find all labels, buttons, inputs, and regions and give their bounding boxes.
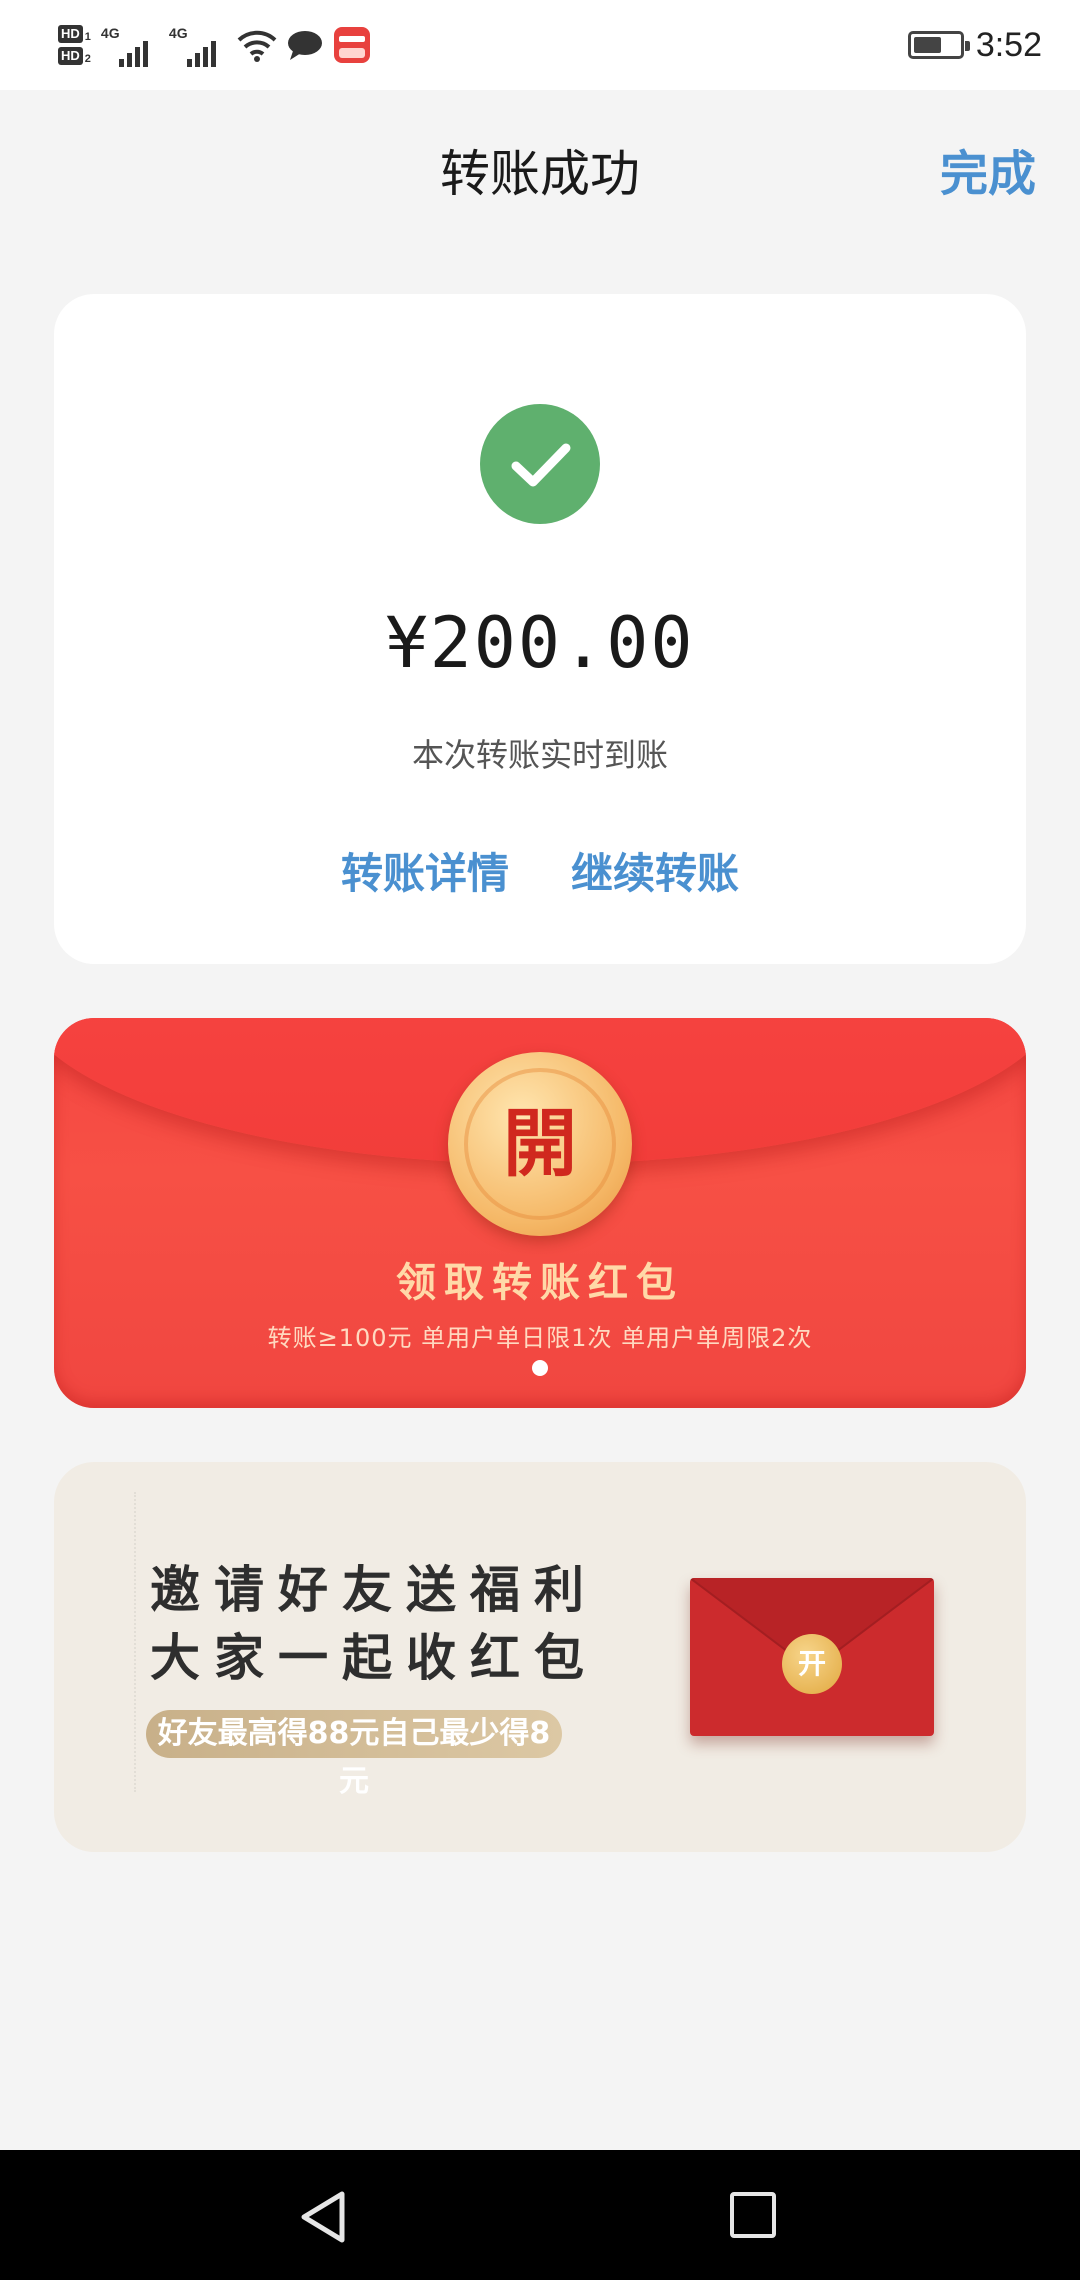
sim2-hd-label: HD — [58, 47, 83, 65]
page-title: 转账成功 — [440, 145, 640, 203]
result-actions: 转账详情 继续转账 — [54, 840, 1026, 901]
check-icon — [480, 404, 600, 524]
status-left-group: HD 1 HD 2 4G 4G — [58, 14, 371, 76]
invite-friends-banner[interactable]: 邀请好友送福利 大家一起收红包 好友最高得88元自己最少得8元 开 — [54, 1462, 1026, 1852]
invite-reward-badge: 好友最高得88元自己最少得8元 — [146, 1710, 562, 1799]
claim-rule-text: 转账≥100元 单用户单日限1次 单用户单周限2次 — [267, 1324, 813, 1352]
back-triangle-icon[interactable] — [296, 2188, 350, 2246]
invite-subheadline: 大家一起收红包 — [150, 1629, 598, 1687]
arrival-note: 本次转账实时到账 — [411, 736, 668, 774]
sim1-hd-label: HD — [58, 25, 83, 43]
network1-label: 4G — [100, 25, 120, 41]
invite-headline: 邀请好友送福利 — [150, 1561, 598, 1619]
page-header: 转账成功 完成 — [0, 90, 1080, 250]
red-packet-banner[interactable]: 開 领取转账红包 转账≥100元 单用户单日限1次 单用户单周限2次 — [54, 1018, 1026, 1408]
status-time: 3:52 — [975, 25, 1042, 64]
status-bar: HD 1 HD 2 4G 4G 3:52 — [0, 0, 1080, 90]
battery-icon — [907, 31, 970, 59]
app-notification-icon — [333, 27, 370, 63]
system-nav-bar — [0, 2150, 1080, 2280]
open-coin-label: 開 — [503, 1101, 577, 1187]
transfer-result-card: ¥200.00 本次转账实时到账 转账详情 继续转账 — [54, 294, 1026, 964]
signal-icon: 4G — [101, 23, 159, 67]
signal-icon-2: 4G — [169, 23, 227, 67]
battery-fill — [913, 37, 942, 53]
transfer-details-link[interactable]: 转账详情 — [341, 840, 509, 901]
network2-label: 4G — [168, 25, 188, 41]
sim1-indicator: HD 1 — [58, 25, 91, 43]
open-coin-button[interactable]: 開 — [448, 1052, 632, 1236]
continue-transfer-link[interactable]: 继续转账 — [571, 840, 739, 901]
wifi-icon — [237, 30, 277, 62]
recents-square-icon[interactable] — [730, 2192, 776, 2238]
envelope-seal: 开 — [782, 1634, 842, 1694]
sim-indicators: HD 1 HD 2 — [58, 25, 91, 65]
sim2-indicator: HD 2 — [58, 47, 91, 65]
done-button[interactable]: 完成 — [940, 134, 1036, 204]
red-envelope-icon: 开 — [690, 1578, 934, 1736]
claim-red-packet-title: 领取转账红包 — [396, 1260, 684, 1306]
transfer-amount: ¥200.00 — [385, 602, 695, 684]
sim2-index: 2 — [84, 53, 91, 65]
status-right-group: 3:52 — [907, 20, 1042, 70]
carousel-dot-active — [532, 1360, 548, 1376]
sim1-index: 1 — [84, 31, 91, 43]
chat-icon — [287, 31, 322, 60]
